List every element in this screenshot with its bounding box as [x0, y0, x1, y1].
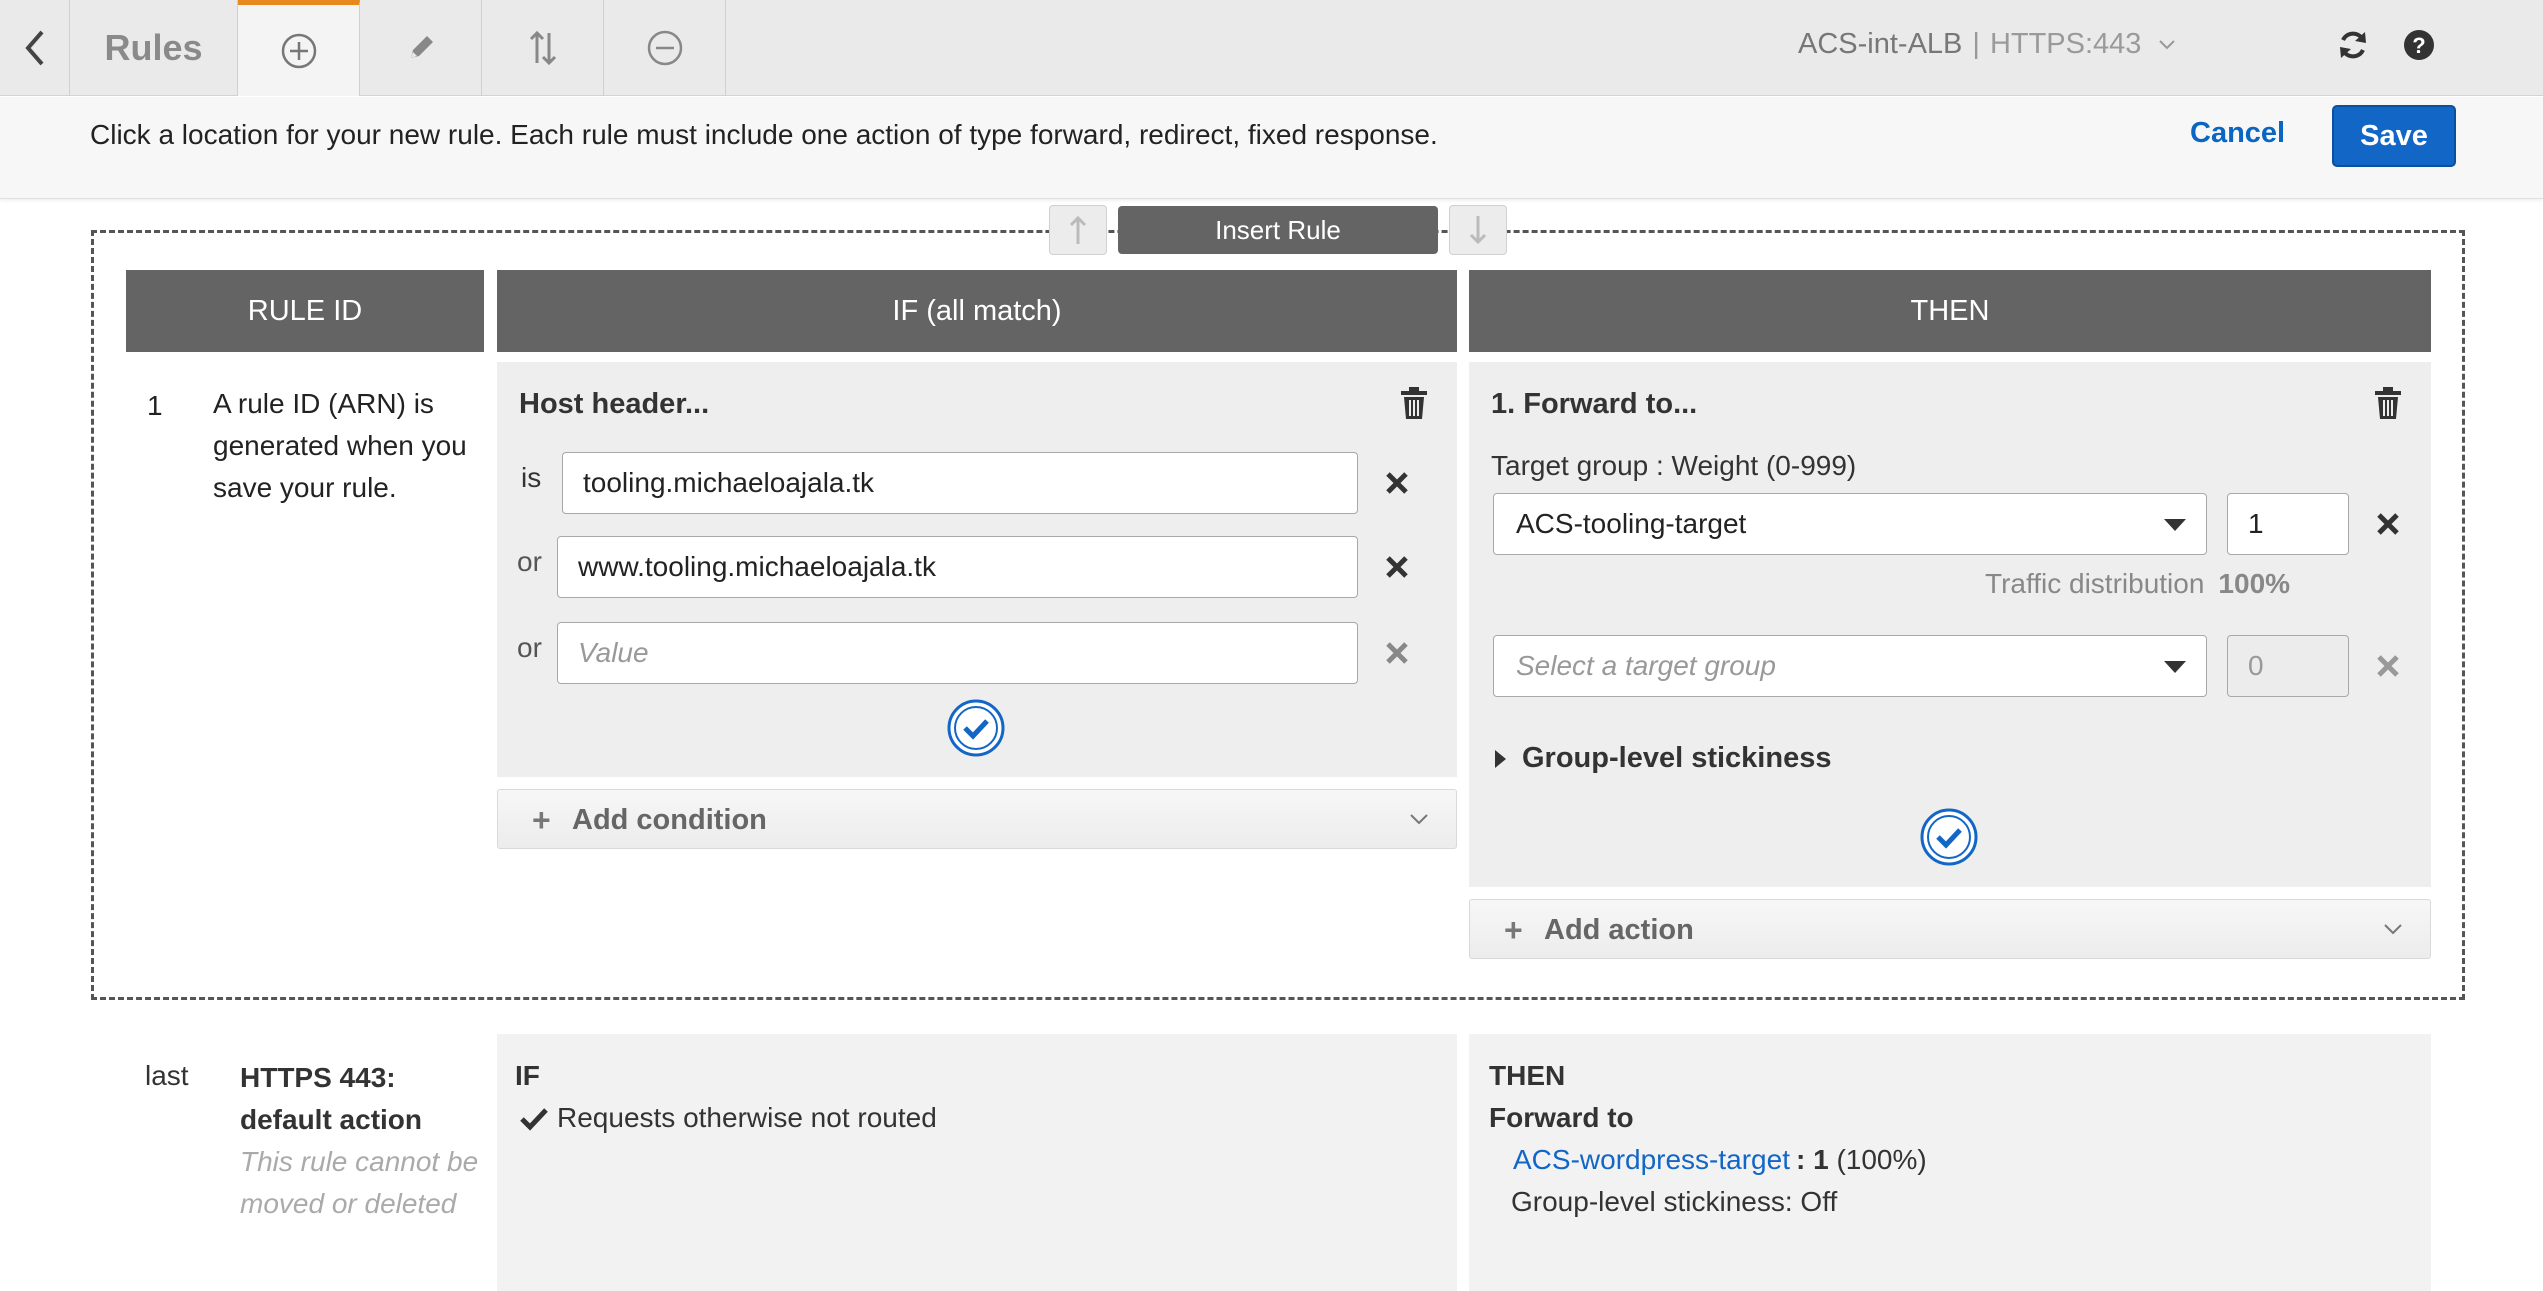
- remove-value-icon[interactable]: [1384, 554, 1410, 580]
- add-action-button[interactable]: + Add action: [1469, 899, 2431, 959]
- target-group-select-2[interactable]: Select a target group: [1493, 635, 2207, 697]
- host-header-input-2[interactable]: www.tooling.michaeloajala.tk: [557, 536, 1358, 598]
- chevron-down-icon: [2158, 40, 2175, 50]
- arrow-up-icon: [1069, 215, 1087, 244]
- load-balancer-name: ACS-int-ALB: [1798, 28, 1963, 60]
- plus-circle-icon: [281, 33, 316, 68]
- column-header-rule-id: RULE ID: [126, 270, 484, 352]
- caret-down-icon: [2164, 661, 2186, 673]
- default-target: ACS-wordpress-target: 1 (100%): [1513, 1144, 1927, 1175]
- column-header-then: THEN: [1469, 270, 2431, 352]
- chevron-down-icon: [1410, 814, 1428, 825]
- check-icon: [520, 1108, 548, 1131]
- separator: |: [1972, 28, 1980, 60]
- add-action-label: Add action: [1544, 914, 1694, 946]
- tab-add-rules[interactable]: [238, 0, 360, 96]
- traffic-distribution-label: Traffic distribution: [1985, 568, 2205, 599]
- condition-label-is: is: [521, 462, 542, 493]
- default-action-type: Forward to: [1489, 1102, 1634, 1133]
- insert-above-button[interactable]: [1049, 205, 1107, 255]
- instruction-text: Click a location for your new rule. Each…: [90, 119, 1438, 150]
- target-group-select-1[interactable]: ACS-tooling-target: [1493, 493, 2207, 555]
- target-group-link[interactable]: ACS-wordpress-target: [1513, 1144, 1790, 1175]
- traffic-distribution: Traffic distribution 100%: [1985, 568, 2290, 600]
- instruction-bar: Click a location for your new rule. Each…: [0, 97, 2543, 199]
- insert-rule-label: Insert Rule: [1118, 206, 1438, 254]
- default-rule-condition: IF Requests otherwise not routed: [497, 1034, 1457, 1291]
- caret-down-icon: [2164, 519, 2186, 531]
- host-header-input-3[interactable]: Value: [557, 622, 1358, 684]
- listener-name: HTTPS:443: [1989, 28, 2142, 60]
- confirm-check-icon[interactable]: [1920, 808, 1978, 866]
- default-rule-title: HTTPS 443: default action: [240, 1062, 423, 1135]
- rule-number: 1: [147, 390, 163, 421]
- action-panel: 1. Forward to... Target group : Weight (…: [1469, 362, 2431, 887]
- condition-label-or: or: [517, 546, 542, 577]
- action-title: 1. Forward to...: [1491, 388, 1698, 420]
- page-title: Rules: [70, 0, 238, 96]
- default-if-heading: IF: [515, 1060, 540, 1091]
- add-condition-button[interactable]: + Add condition: [497, 789, 1457, 849]
- remove-target-icon[interactable]: [2375, 653, 2401, 679]
- remove-value-icon[interactable]: [1384, 640, 1410, 666]
- traffic-distribution-value: 100%: [2218, 568, 2291, 599]
- pencil-icon: [410, 36, 433, 58]
- chevron-left-icon: [24, 30, 44, 66]
- condition-label-or: or: [517, 632, 542, 663]
- refresh-icon[interactable]: [2336, 28, 2370, 62]
- top-toolbar: Rules ACS-int-ALB | HTTPS:443 ?: [0, 0, 2543, 96]
- plus-icon: +: [532, 802, 551, 838]
- trash-icon[interactable]: [2373, 386, 2403, 420]
- remove-target-icon[interactable]: [2375, 511, 2401, 537]
- default-if-text: Requests otherwise not routed: [557, 1102, 937, 1133]
- plus-icon: +: [1504, 912, 1523, 948]
- tab-delete-rules[interactable]: [604, 0, 726, 96]
- help-icon[interactable]: ?: [2402, 28, 2436, 62]
- weight-input-2[interactable]: 0: [2227, 635, 2349, 697]
- default-then-heading: THEN: [1489, 1060, 1566, 1091]
- confirm-check-icon[interactable]: [947, 699, 1005, 757]
- target-group-value: ACS-tooling-target: [1516, 508, 1747, 539]
- group-stickiness-label: Group-level stickiness: [1522, 742, 1832, 774]
- svg-text:?: ?: [2412, 33, 2425, 58]
- target-group-weight-label: Target group : Weight (0-999): [1491, 450, 1857, 481]
- target-group-placeholder: Select a target group: [1516, 650, 1776, 681]
- target-percentage: (100%): [1836, 1144, 1927, 1175]
- save-button[interactable]: Save: [2332, 105, 2456, 167]
- condition-title: Host header...: [519, 388, 710, 420]
- default-rule-action: THEN Forward to ACS-wordpress-target: 1 …: [1469, 1034, 2431, 1291]
- caret-right-icon: [1495, 749, 1506, 768]
- target-weight: 1: [1813, 1144, 1829, 1175]
- arrow-down-icon: [1469, 216, 1487, 245]
- default-rule-position: last: [145, 1060, 189, 1091]
- listener-selector[interactable]: ACS-int-ALB | HTTPS:443: [1798, 28, 2176, 61]
- default-rule-note: This rule cannot be moved or deleted: [240, 1146, 479, 1219]
- back-button[interactable]: [0, 0, 70, 96]
- reorder-icon: [529, 30, 556, 66]
- condition-panel: Host header... is tooling.michaeloajala.…: [497, 362, 1457, 777]
- chevron-down-icon: [2384, 924, 2402, 935]
- tab-edit-rules[interactable]: [360, 0, 482, 96]
- host-header-input-1[interactable]: tooling.michaeloajala.tk: [562, 452, 1358, 514]
- column-header-if: IF (all match): [497, 270, 1457, 352]
- group-stickiness-toggle[interactable]: Group-level stickiness: [1495, 742, 1831, 775]
- default-stickiness: Group-level stickiness: Off: [1511, 1186, 1838, 1217]
- add-condition-label: Add condition: [572, 804, 767, 836]
- minus-circle-icon: [647, 30, 682, 66]
- rule-id-note: A rule ID (ARN) is generated when you sa…: [213, 388, 467, 503]
- cancel-button[interactable]: Cancel: [2190, 117, 2285, 150]
- tab-reorder-rules[interactable]: [482, 0, 604, 96]
- trash-icon[interactable]: [1399, 386, 1429, 420]
- insert-below-button[interactable]: [1449, 205, 1507, 255]
- weight-input-1[interactable]: 1: [2227, 493, 2349, 555]
- remove-value-icon[interactable]: [1384, 470, 1410, 496]
